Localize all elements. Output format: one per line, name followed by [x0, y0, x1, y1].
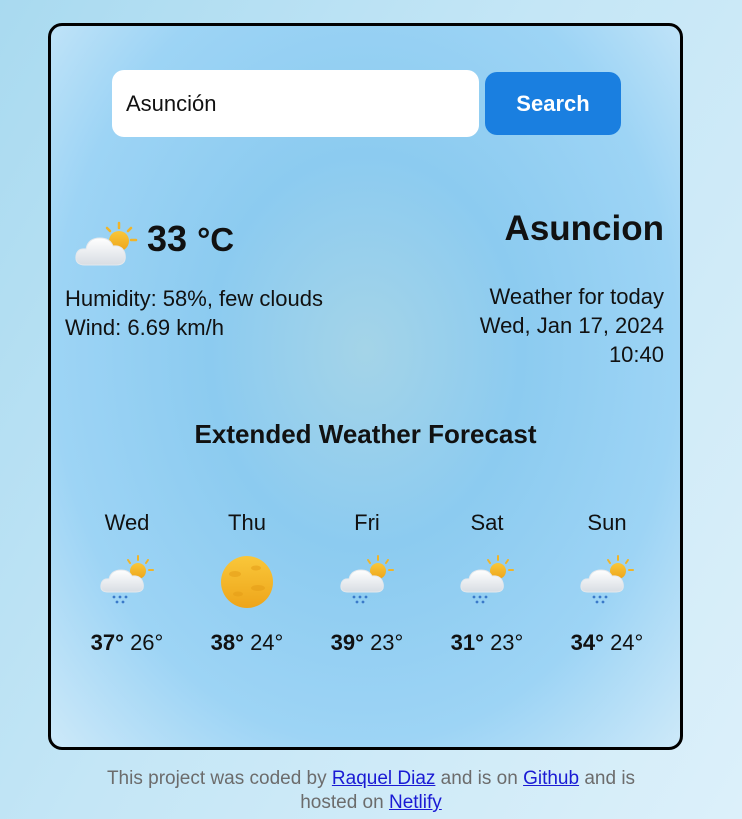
forecast-min: 23°: [370, 630, 404, 655]
forecast-day: Sat 31° 23°: [427, 510, 547, 656]
forecast-min: 24°: [250, 630, 284, 655]
forecast-temps: 38° 24°: [187, 630, 307, 656]
sun-icon: [221, 556, 273, 608]
github-link[interactable]: Github: [523, 768, 579, 789]
author-link[interactable]: Raquel Diaz: [332, 768, 436, 789]
forecast-temps: 31° 23°: [427, 630, 547, 656]
temperature-value: 33: [147, 218, 188, 259]
forecast-day-name: Wed: [104, 510, 150, 535]
forecast-day-name: Sat: [470, 510, 504, 535]
rain-cloud-sun-icon: [340, 555, 394, 604]
forecast-day-name: Fri: [354, 510, 380, 535]
forecast-max: 31°: [450, 630, 484, 655]
forecast-day: Wed 37° 26°: [67, 510, 187, 656]
rain-cloud-sun-icon: [460, 555, 514, 604]
forecast-max: 39°: [330, 630, 364, 655]
forecast-day-name: Sun: [587, 510, 627, 535]
current-details: Humidity: 58%, few clouds Wind: 6.69 km/…: [65, 284, 323, 342]
rain-cloud-sun-icon: [100, 555, 154, 604]
city-name: Asuncion: [504, 209, 664, 248]
forecast-min: 26°: [130, 630, 164, 655]
search-button[interactable]: Search: [485, 72, 621, 135]
weather-card: Search 33 °C Humidity: 58%, few clouds W…: [48, 23, 683, 750]
humidity-text: Humidity: 58%, few clouds: [65, 286, 323, 311]
date-info: Weather for today Wed, Jan 17, 2024 10:4…: [480, 282, 664, 369]
forecast-day-name: Thu: [228, 510, 266, 535]
current-date: Wed, Jan 17, 2024: [479, 313, 664, 338]
netlify-link[interactable]: Netlify: [389, 792, 442, 813]
forecast-title: Extended Weather Forecast: [194, 419, 537, 449]
city-search-input[interactable]: [112, 70, 479, 137]
forecast-min: 24°: [610, 630, 644, 655]
footer-text-2: and is on: [435, 768, 524, 789]
forecast-list: Wed 37° 26° Thu 38° 24° Fri 39° 23° Sat …: [67, 510, 667, 656]
forecast-day: Thu 38° 24°: [187, 510, 307, 656]
forecast-temps: 34° 24°: [547, 630, 667, 656]
forecast-temps: 39° 23°: [307, 630, 427, 656]
forecast-max: 37°: [90, 630, 124, 655]
temperature-unit: °C: [197, 221, 235, 258]
forecast-temps: 37° 26°: [67, 630, 187, 656]
forecast-day: Sun 34° 24°: [547, 510, 667, 656]
current-time: 10:40: [608, 342, 664, 367]
rain-cloud-sun-icon: [580, 555, 634, 604]
weather-subtitle: Weather for today: [489, 284, 664, 309]
forecast-max: 38°: [210, 630, 244, 655]
partly-cloudy-icon: [75, 221, 138, 266]
current-temperature: 33 °C: [147, 218, 234, 260]
footer: This project was coded by Raquel Diaz an…: [0, 767, 742, 815]
wind-text: Wind: 6.69 km/h: [65, 315, 224, 340]
footer-text-1: This project was coded by: [106, 768, 332, 789]
forecast-min: 23°: [490, 630, 524, 655]
forecast-day: Fri 39° 23°: [307, 510, 427, 656]
forecast-max: 34°: [570, 630, 604, 655]
